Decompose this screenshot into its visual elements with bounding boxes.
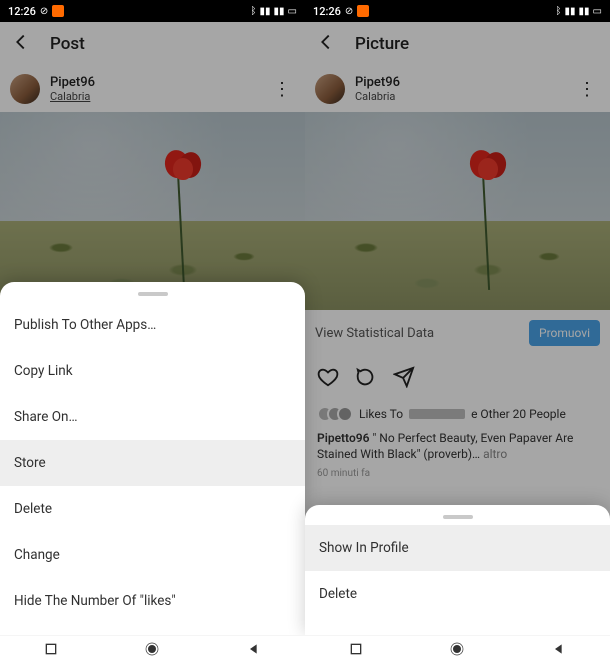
caption-more[interactable]: altro (483, 447, 507, 461)
promote-row: View Statistical Data Promuovi (305, 310, 610, 356)
likes-suffix: e Other 20 People (471, 407, 566, 421)
share-icon[interactable] (393, 366, 415, 392)
page-title: Picture (355, 34, 409, 54)
bluetooth-icon: ᛒ (251, 6, 257, 17)
alarm-off-icon: ⊘ (345, 6, 353, 17)
signal-icon: ▮▮ (274, 6, 285, 17)
poppy-flower (159, 148, 203, 182)
nav-home-icon[interactable] (144, 641, 160, 657)
screenshot-left: 12:26 ⊘ ᛒ ▮▮ ▮▮ ▭ Post Pipet96 Calabria … (0, 0, 305, 661)
nav-recents-icon[interactable] (43, 641, 59, 657)
likes-prefix: Likes To (359, 407, 403, 421)
liker-name-redacted (409, 409, 465, 419)
bottom-sheet: Publish To Other Apps… Copy Link Share O… (0, 282, 305, 635)
post-header: Pipet96 Calabria ⋮ (305, 66, 610, 112)
app-bar: Picture (305, 22, 610, 66)
page-title: Post (50, 34, 85, 54)
sheet-item-delete[interactable]: Delete (305, 571, 610, 617)
signal-icon: ▮▮ (565, 6, 576, 17)
sheet-item-copy-link[interactable]: Copy Link (0, 348, 305, 394)
post-header: Pipet96 Calabria ⋮ (0, 66, 305, 112)
battery-icon: ▭ (593, 6, 602, 17)
sheet-item-store[interactable]: Store (0, 440, 305, 486)
sheet-handle[interactable] (138, 292, 168, 296)
view-stats-link[interactable]: View Statistical Data (315, 326, 434, 341)
app-bar: Post (0, 22, 305, 66)
more-options-icon[interactable]: ⋮ (574, 75, 600, 104)
poppy-flower (464, 148, 508, 182)
bluetooth-icon: ᛒ (556, 6, 562, 17)
status-time: 12:26 (8, 5, 36, 18)
sheet-handle[interactable] (443, 515, 473, 519)
battery-icon: ▭ (288, 6, 297, 17)
promote-button[interactable]: Promuovi (529, 320, 600, 346)
sheet-item-hide-likes[interactable]: Hide The Number Of "likes" (0, 578, 305, 624)
screenshot-right: 12:26 ⊘ ᛒ ▮▮ ▮▮ ▭ Picture Pipet96 Calabr… (305, 0, 610, 661)
username[interactable]: Pipet96 (50, 75, 269, 90)
avatar[interactable] (315, 74, 345, 104)
liker-avatars (317, 406, 353, 422)
nav-back-icon[interactable] (551, 641, 567, 657)
avatar[interactable] (10, 74, 40, 104)
app-badge-icon (52, 5, 64, 17)
username[interactable]: Pipet96 (355, 75, 574, 90)
sheet-item-share-on[interactable]: Share On… (0, 394, 305, 440)
sheet-item-delete[interactable]: Delete (0, 486, 305, 532)
like-icon[interactable] (317, 366, 339, 392)
android-nav-bar (0, 635, 305, 661)
post-time: 60 minuti fa (305, 466, 610, 487)
post-actions (305, 356, 610, 402)
sheet-item-publish-other-apps[interactable]: Publish To Other Apps… (0, 302, 305, 348)
android-nav-bar (305, 635, 610, 661)
caption-username[interactable]: Pipetto96 (317, 431, 369, 445)
signal-icon: ▮▮ (260, 6, 271, 17)
nav-home-icon[interactable] (449, 641, 465, 657)
comment-icon[interactable] (355, 366, 377, 392)
more-options-icon[interactable]: ⋮ (269, 75, 295, 104)
status-time: 12:26 (313, 5, 341, 18)
post-image[interactable] (305, 112, 610, 310)
nav-back-icon[interactable] (246, 641, 262, 657)
post-location[interactable]: Calabria (50, 90, 269, 103)
sheet-item-show-in-profile[interactable]: Show In Profile (305, 525, 610, 571)
likes-row[interactable]: Likes To e Other 20 People (305, 402, 610, 426)
post-location[interactable]: Calabria (355, 90, 574, 103)
status-bar: 12:26 ⊘ ᛒ ▮▮ ▮▮ ▭ (305, 0, 610, 22)
bottom-sheet: Show In Profile Delete (305, 505, 610, 635)
back-icon[interactable] (10, 31, 32, 57)
signal-icon: ▮▮ (579, 6, 590, 17)
post-image[interactable] (0, 112, 305, 310)
sheet-item-change[interactable]: Change (0, 532, 305, 578)
alarm-off-icon: ⊘ (40, 6, 48, 17)
status-bar: 12:26 ⊘ ᛒ ▮▮ ▮▮ ▭ (0, 0, 305, 22)
app-badge-icon (357, 5, 369, 17)
back-icon[interactable] (315, 31, 337, 57)
post-caption: Pipetto96 " No Perfect Beauty, Even Papa… (305, 426, 610, 466)
nav-recents-icon[interactable] (348, 641, 364, 657)
